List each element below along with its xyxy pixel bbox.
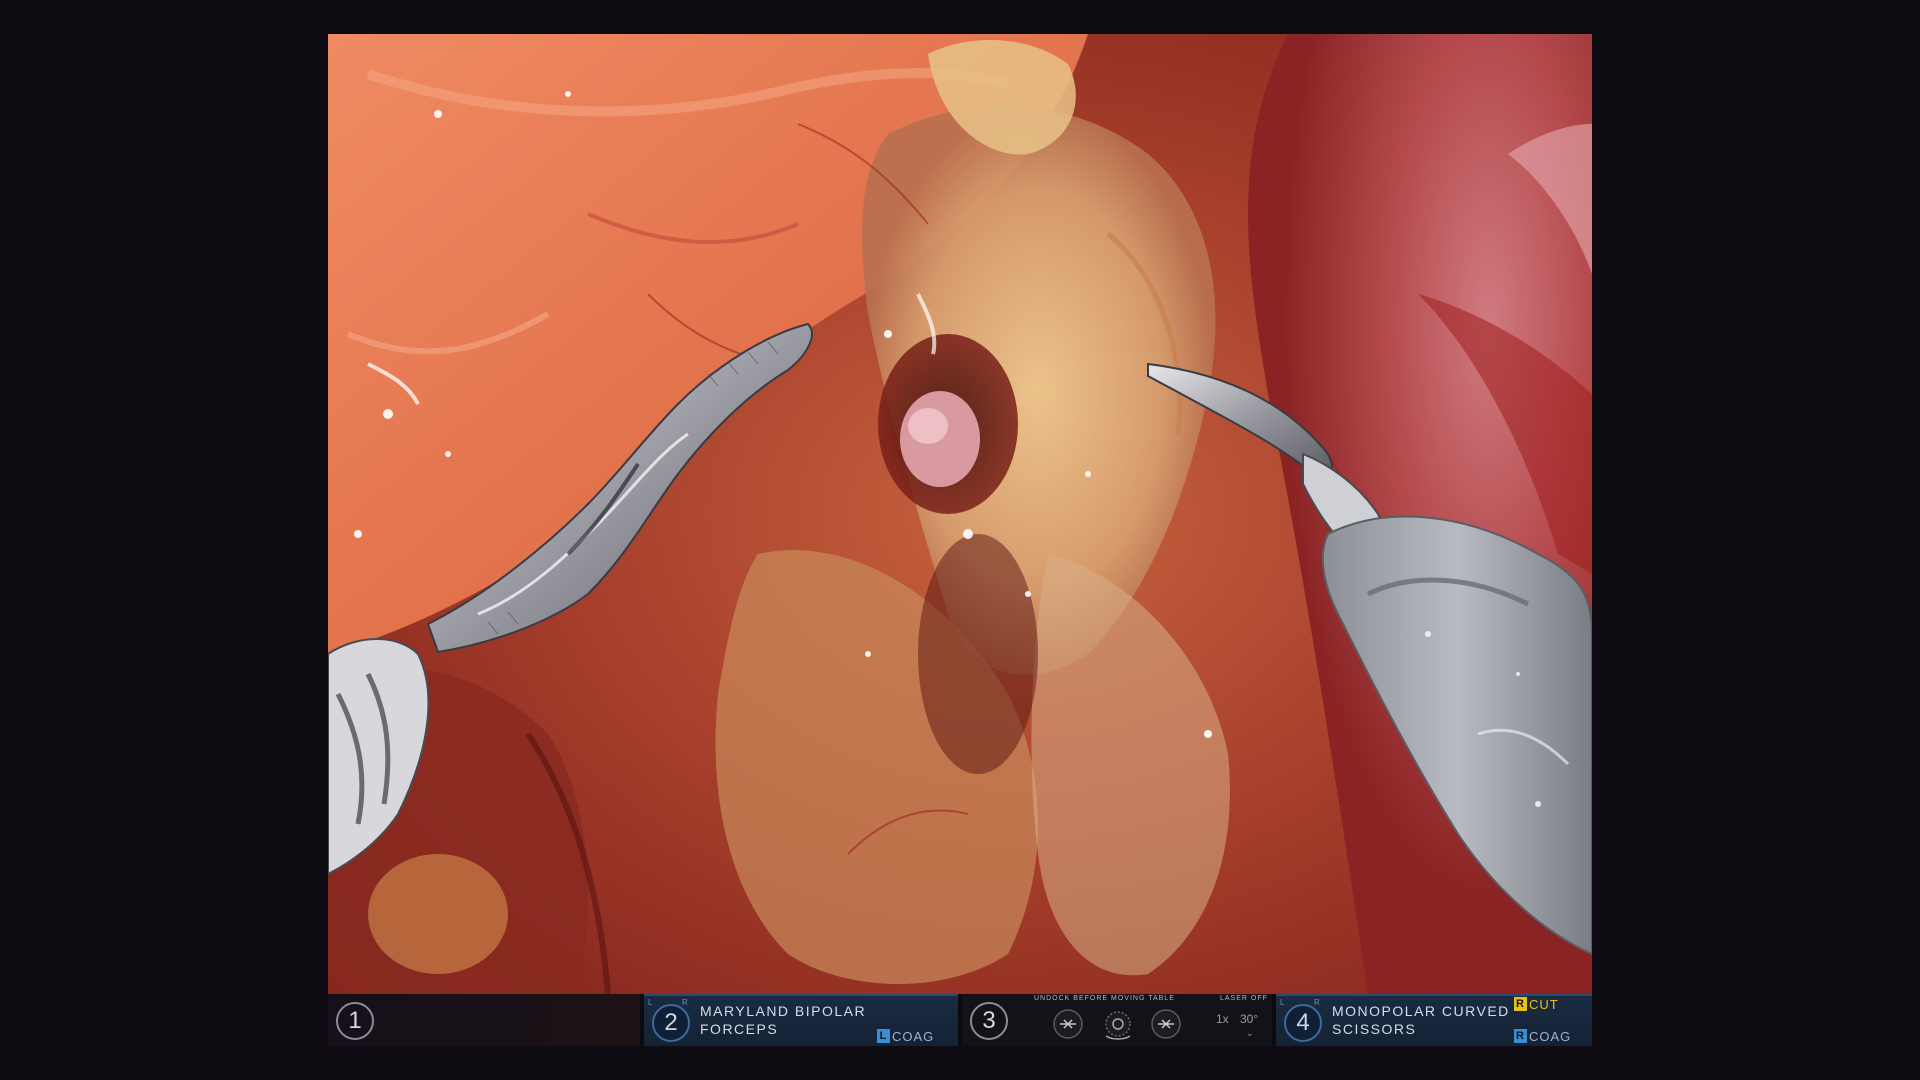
arm-1-number: 1: [336, 1002, 374, 1040]
endoscope-video-feed: [328, 34, 1592, 994]
arm-4-energy-cut: R CUT: [1514, 997, 1559, 1013]
arm-3-camera-panel[interactable]: 3 UNDOCK BEFORE MOVING TABLE LASER OFF 1…: [962, 994, 1272, 1046]
arm-4-coag-badge: R: [1514, 1029, 1527, 1043]
arm-4-energy-coag: R COAG: [1514, 1029, 1571, 1045]
chevron-down-icon: ⌄: [1246, 1028, 1254, 1038]
arm-4-cut-label: CUT: [1529, 997, 1559, 1012]
arm-4-cut-badge: R: [1514, 997, 1527, 1011]
arm-4-number: 4: [1284, 1004, 1322, 1042]
arm-2-panel[interactable]: L R 2 MARYLAND BIPOLAR FORCEPS L COAG: [644, 994, 958, 1046]
arm-2-instrument-line2: FORCEPS: [700, 1021, 779, 1037]
arm-2-number: 2: [652, 1004, 690, 1042]
arm-3-number: 3: [970, 1002, 1008, 1040]
arm-2-energy-coag: L COAG: [877, 1029, 934, 1045]
arm-2-instrument-name: MARYLAND BIPOLAR FORCEPS: [700, 1002, 890, 1038]
undock-icon-right: [1151, 1009, 1181, 1039]
undock-message: UNDOCK BEFORE MOVING TABLE: [1034, 995, 1175, 1002]
arm-1-panel[interactable]: 1: [328, 994, 640, 1046]
arm-2-instrument-line1: MARYLAND BIPOLAR: [700, 1003, 867, 1019]
arm-4-panel[interactable]: L R 4 MONOPOLAR CURVED SCISSORS R CUT R CO…: [1276, 994, 1592, 1046]
arm-2-hand-left: L: [648, 998, 653, 1007]
table-icon: [1105, 1011, 1131, 1040]
arm-4-instrument-line1: MONOPOLAR CURVED: [1332, 1003, 1510, 1019]
arm-2-coag-badge: L: [877, 1029, 890, 1043]
instrument-status-bar: 1 L R 2 MARYLAND BIPOLAR FORCEPS L COAG 3…: [328, 994, 1592, 1046]
laser-status: LASER OFF: [1220, 995, 1268, 1002]
arm-4-instrument-name: MONOPOLAR CURVED SCISSORS: [1332, 1002, 1522, 1038]
surgical-console-view: 1 L R 2 MARYLAND BIPOLAR FORCEPS L COAG 3…: [0, 0, 1920, 1080]
arm-4-coag-label: COAG: [1529, 1029, 1572, 1044]
scope-angle: 30°: [1240, 1012, 1259, 1026]
arm-4-hand-left: L: [1280, 998, 1285, 1007]
arm-4-instrument-line2: SCISSORS: [1332, 1021, 1417, 1037]
arm-2-coag-label: COAG: [892, 1029, 935, 1044]
undock-icon: [1053, 1009, 1083, 1039]
arm-4-hand-right: R: [1314, 998, 1320, 1007]
arm-2-hand-right: R: [682, 998, 688, 1007]
camera-zoom: 1x: [1216, 1012, 1229, 1026]
